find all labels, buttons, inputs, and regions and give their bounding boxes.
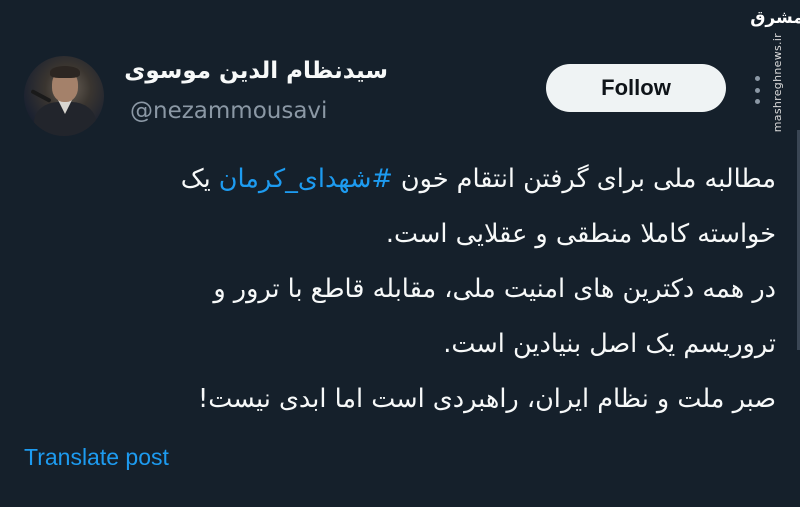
tweet-line-4: تروریسم یک اصل بنیادین است. [443,329,776,359]
tweet-line-1: مطالبه ملی برای گرفتن انتقام خون #شهدای_… [24,152,776,207]
tweet-header: سیدنظام الدین موسوی @nezammousavi Follow [24,54,760,140]
author-display-name[interactable]: سیدنظام الدین موسوی [124,58,388,84]
tweet-line-1-suffix: یک [180,164,219,194]
more-dot-3 [754,99,760,104]
avatar[interactable] [24,56,104,136]
more-dot-1 [754,76,760,81]
tweet-line-5: صبر ملت و نظام ایران، راهبردی است اما اب… [198,384,776,414]
watermark: مشرق mashreghnews.ir [750,0,800,133]
watermark-url: mashreghnews.ir [770,33,784,133]
follow-button[interactable]: Follow [546,64,726,112]
watermark-logo: مشرق [750,8,800,28]
tweet-line-3: در همه دکترین های امنیت ملی، مقابله قاطع… [213,274,776,304]
author-handle[interactable]: @nezammousavi [130,98,327,124]
avatar-hair [50,66,80,78]
microphone-icon [30,89,52,103]
more-options-icon[interactable] [754,76,760,104]
tweet-line-2: خواسته کاملا منطقی و عقلایی است. [385,219,776,249]
tweet-line-1-prefix: مطالبه ملی برای گرفتن انتقام خون [392,164,776,194]
translate-post-link[interactable]: Translate post [24,444,169,471]
more-dot-2 [754,87,760,93]
hashtag-link[interactable]: #شهدای_کرمان [219,164,393,194]
tweet-text: مطالبه ملی برای گرفتن انتقام خون #شهدای_… [24,152,776,427]
